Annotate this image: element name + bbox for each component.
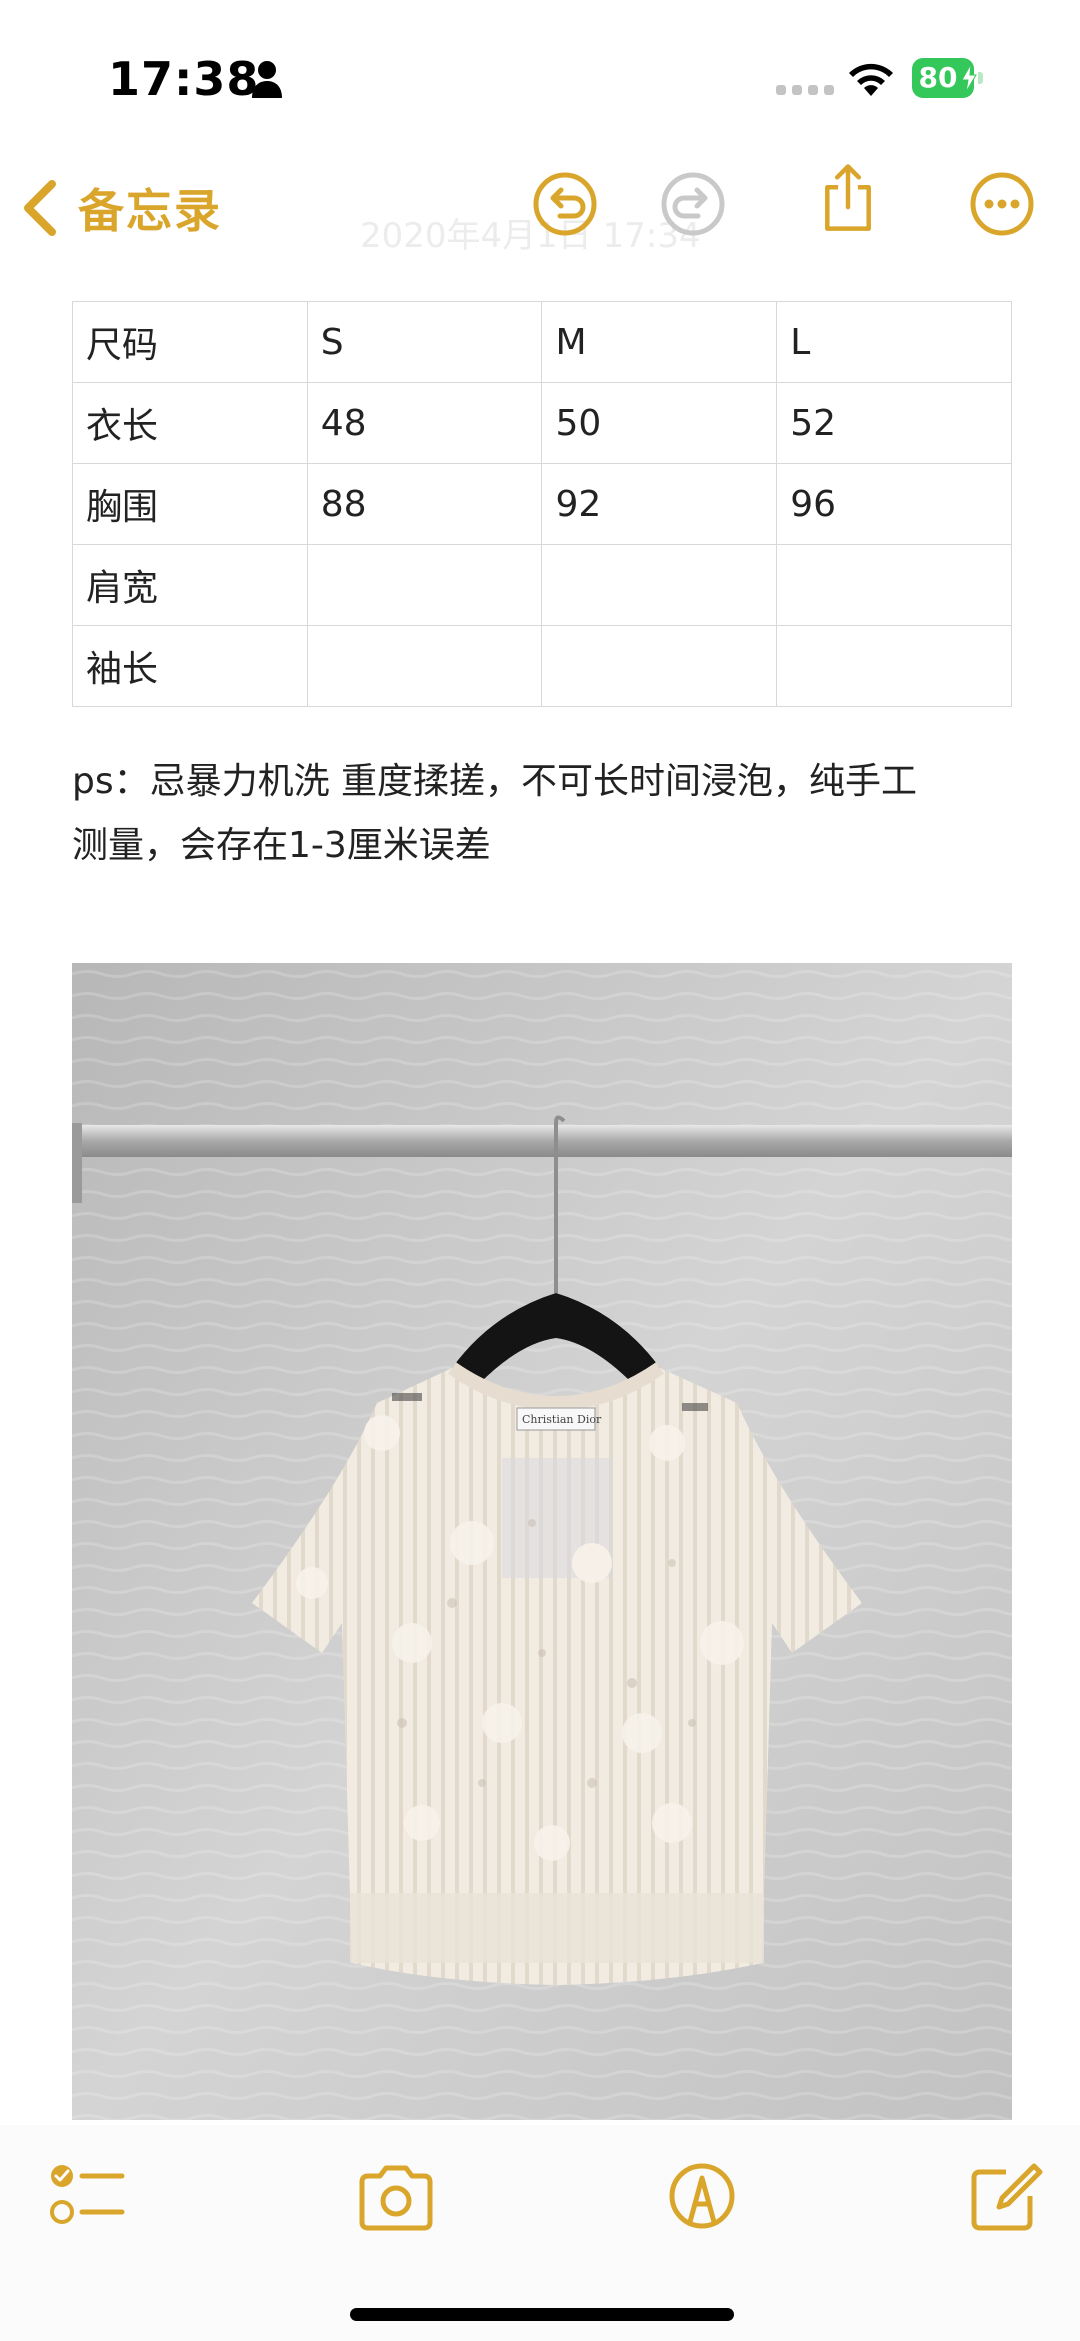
compose-icon[interactable] [966,2160,1046,2232]
table-cell[interactable] [776,544,1012,626]
table-cell[interactable] [541,544,778,626]
status-bar: 17:38 80 [0,0,1080,150]
table-cell[interactable]: L [776,301,1012,383]
markup-icon[interactable] [662,2160,742,2232]
table-cell[interactable]: 88 [306,463,543,545]
table-cell[interactable] [541,625,778,707]
note-line-1: ps：忌暴力机洗 重度揉搓，不可长时间浸泡，纯手工 [72,761,918,802]
table-cell[interactable]: 衣长 [72,382,308,464]
table-cell[interactable] [306,544,543,626]
redo-icon[interactable] [658,168,728,240]
table-cell[interactable]: 50 [541,382,778,464]
table-cell[interactable]: 92 [541,463,778,545]
person-icon [252,61,282,98]
bottom-toolbar [0,2125,1080,2341]
table-row: 尺码 S M L [72,301,1012,383]
wifi-icon [849,63,893,96]
share-icon[interactable] [813,162,883,234]
table-cell[interactable]: S [306,301,543,383]
battery-indicator: 80 [912,58,984,98]
table-cell[interactable]: 48 [306,382,543,464]
garment-label: Christian Dior [522,1413,602,1426]
table-cell[interactable]: 52 [776,382,1012,464]
sweater-image: Christian Dior [72,963,1012,2120]
table-cell[interactable]: 96 [776,463,1012,545]
battery-level: 80 [918,61,958,94]
camera-icon[interactable] [356,2160,436,2232]
table-cell[interactable] [776,625,1012,707]
signal-icon [776,85,834,95]
table-cell[interactable]: 袖长 [72,625,308,707]
table-row: 肩宽 [72,544,1012,626]
back-label: 备忘录 [78,184,222,238]
undo-icon[interactable] [530,168,600,240]
more-icon[interactable] [967,168,1037,240]
nav-bar: 2020年4月1日 17:34 备忘录 [0,150,1080,270]
note-line-2: 测量，会存在1-3厘米误差 [72,825,491,866]
table-row: 袖长 [72,625,1012,707]
checklist-icon[interactable] [48,2160,128,2232]
back-chevron-icon [24,180,56,236]
status-time: 17:38 [108,52,260,106]
back-button[interactable]: 备忘录 [20,168,222,248]
table-cell[interactable] [306,625,543,707]
size-table: 尺码 S M L 衣长 48 50 52 胸围 88 92 96 肩宽 袖长 [72,301,1012,707]
table-cell[interactable]: 肩宽 [72,544,308,626]
table-cell[interactable]: 尺码 [72,301,308,383]
home-indicator[interactable] [350,2308,734,2321]
product-photo[interactable]: Christian Dior [72,963,1012,2120]
table-cell[interactable]: 胸围 [72,463,308,545]
note-text[interactable]: ps：忌暴力机洗 重度揉搓，不可长时间浸泡，纯手工 测量，会存在1-3厘米误差 [72,750,1012,878]
table-cell[interactable]: M [541,301,778,383]
charging-bolt-icon [961,64,977,92]
table-row: 衣长 48 50 52 [72,382,1012,464]
table-row: 胸围 88 92 96 [72,463,1012,545]
